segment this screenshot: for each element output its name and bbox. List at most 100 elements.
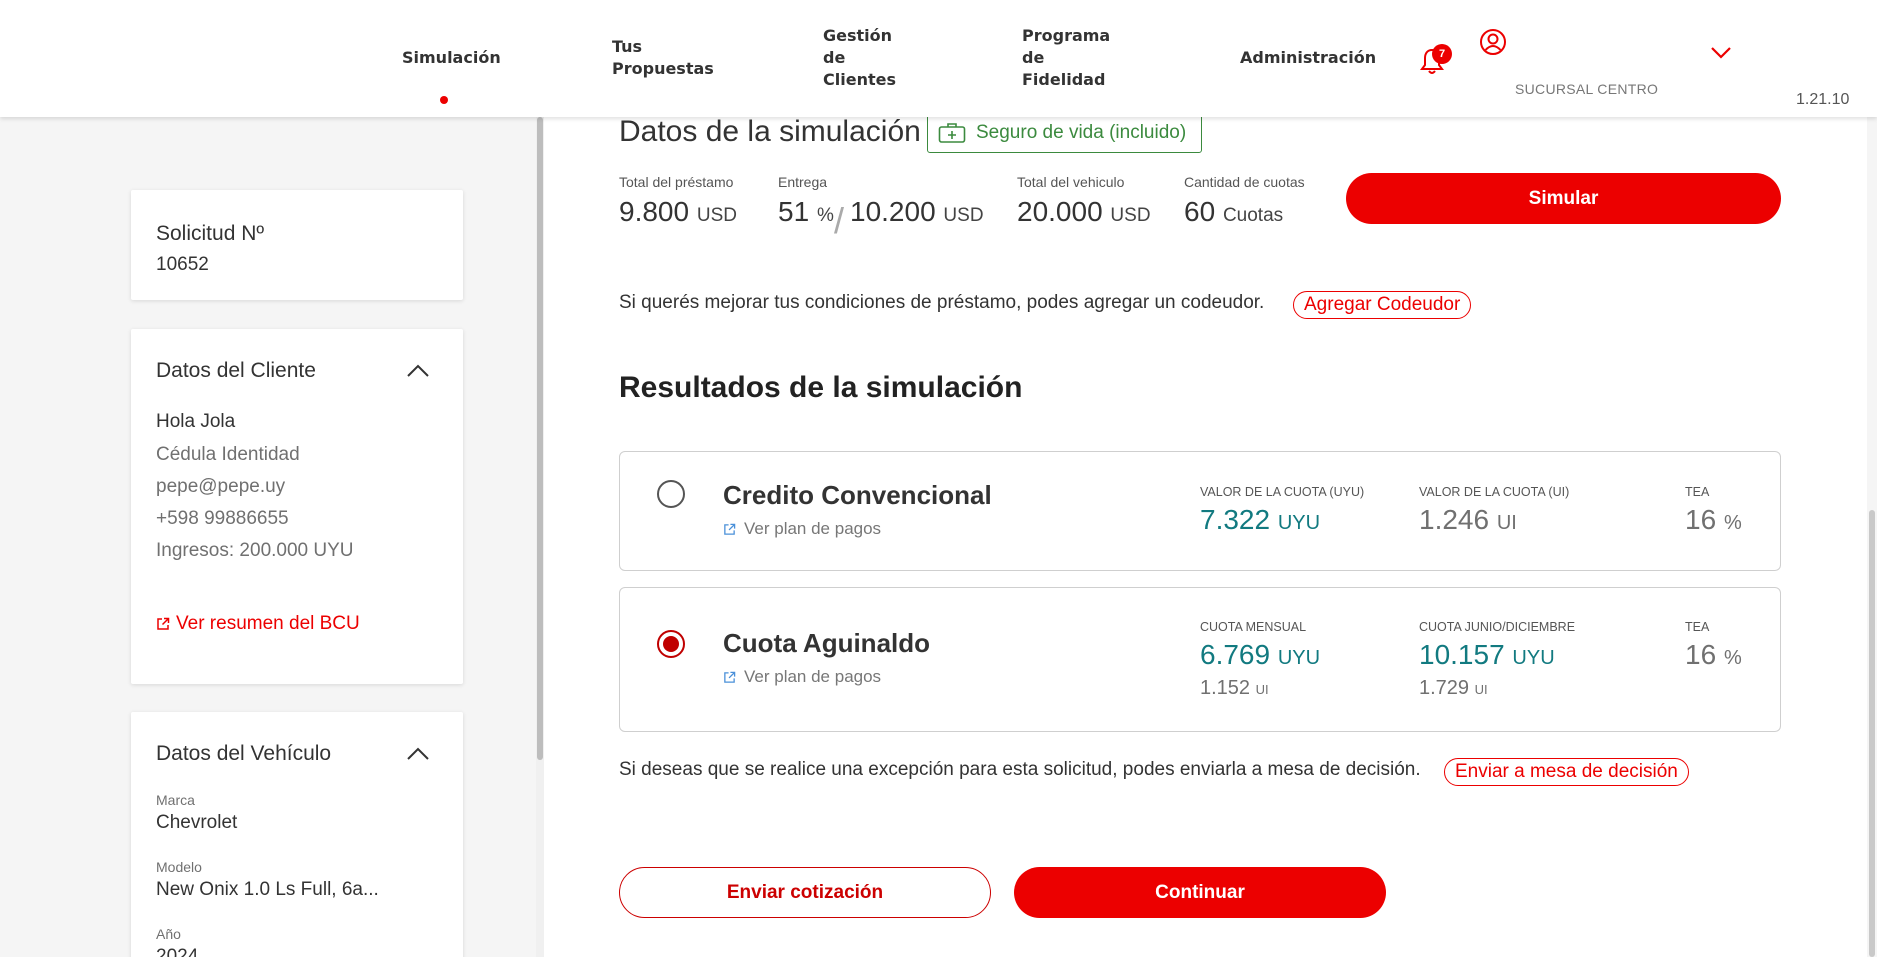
cantidad-cuotas-amount: 60 [1184, 196, 1216, 227]
nav-label-line: Programa [1022, 26, 1111, 45]
nav-label-line: Fidelidad [1022, 70, 1106, 89]
solicitud-card: Solicitud Nº 10652 [131, 190, 463, 300]
nav-simulacion-label: Simulación [402, 48, 501, 67]
nav-administracion[interactable]: Administración [1240, 47, 1376, 69]
col-label: TEA [1685, 620, 1710, 634]
ver-resumen-bcu-link[interactable]: Ver resumen del BCU [156, 613, 360, 635]
cuota-junio-diciembre-ui-amount: 1.729 [1419, 677, 1470, 699]
radio-credito-convencional[interactable] [657, 480, 685, 508]
col-label: VALOR DE LA CUOTA (UI) [1419, 485, 1570, 499]
cuota-mensual-unit: UYU [1277, 647, 1321, 669]
tea-value: 16 % [1685, 504, 1742, 536]
enviar-cotizacion-button[interactable]: Enviar cotización [619, 867, 991, 918]
vehiculo-card-title: Datos del Vehículo [156, 742, 332, 765]
sidebar-scrollbar-thumb[interactable] [537, 117, 543, 760]
simular-button[interactable]: Simular [1346, 173, 1781, 224]
entrega-label: Entrega [778, 174, 828, 190]
col-label: TEA [1685, 485, 1710, 499]
agregar-codeudor-link[interactable]: Agregar Codeudor [1293, 291, 1472, 319]
main-scrollbar-thumb[interactable] [1869, 510, 1875, 957]
branch-label: SUCURSAL CENTRO [1515, 81, 1659, 97]
col-label: VALOR DE LA CUOTA (UYU) [1200, 485, 1365, 499]
nav-label-line: Propuestas [612, 59, 714, 78]
option-cuota-aguinaldo[interactable]: Cuota Aguinaldo Ver plan de pagos CUOTA … [619, 587, 1781, 732]
chevron-up-icon[interactable] [406, 747, 430, 761]
modelo-label: Modelo [156, 859, 202, 875]
cliente-email: pepe@pepe.uy [156, 476, 286, 497]
external-link-icon [724, 523, 736, 535]
cliente-income: Ingresos: 200.000 UYU [156, 540, 354, 561]
tea-amount: 16 [1685, 639, 1717, 670]
continuar-button[interactable]: Continuar [1014, 867, 1386, 918]
entrega-unit: USD [943, 205, 984, 226]
chevron-down-icon[interactable] [1710, 46, 1732, 60]
app-version: 1.21.10 [1796, 91, 1850, 108]
ver-plan-pagos-link[interactable]: Ver plan de pagos [723, 667, 881, 687]
notification-count-badge: 7 [1432, 44, 1452, 64]
chevron-up-icon[interactable] [406, 364, 430, 378]
tea-amount: 16 [1685, 504, 1717, 535]
ver-plan-pagos-link[interactable]: Ver plan de pagos [723, 519, 881, 539]
cuota-mensual-ui-unit: UI [1255, 682, 1269, 697]
nav-administracion-label: Administración [1240, 48, 1377, 67]
total-prestamo-amount: 9.800 [619, 196, 690, 227]
ver-resumen-bcu-label: Ver resumen del BCU [176, 613, 360, 634]
entrega-value[interactable]: 10.200 USD [850, 196, 984, 228]
cuota-junio-diciembre-unit: UYU [1512, 647, 1555, 669]
enviar-mesa-decision-link[interactable]: Enviar a mesa de decisión [1444, 758, 1689, 786]
seguro-vida-badge: Seguro de vida (incluido) [927, 113, 1202, 153]
external-link-icon [157, 617, 170, 630]
solicitud-number: 10652 [156, 254, 209, 275]
total-vehiculo-unit: USD [1110, 205, 1151, 226]
total-vehiculo-value: 20.000 USD [1017, 196, 1151, 228]
modelo-value: New Onix 1.0 Ls Full, 6a... [156, 879, 379, 900]
option-title: Credito Convencional [723, 480, 992, 510]
active-nav-indicator [440, 96, 448, 104]
cuota-junio-diciembre-ui: 1.729 UI [1419, 677, 1488, 700]
entrega-percent[interactable]: 51 % [778, 196, 834, 228]
cuota-mensual-amount: 6.769 [1200, 639, 1271, 670]
radio-cuota-aguinaldo[interactable] [657, 630, 685, 658]
nav-simulacion[interactable]: Simulación [402, 47, 501, 69]
entrega-amount: 10.200 [850, 196, 936, 227]
briefcase-plus-icon [938, 123, 966, 143]
tea-unit: % [1723, 512, 1742, 534]
simulacion-title: Datos de la simulación [619, 115, 921, 148]
entrega-percent-unit: % [816, 205, 834, 226]
cuota-uyu-amount: 7.322 [1200, 504, 1271, 535]
cuota-ui-amount: 1.246 [1419, 504, 1490, 535]
col-label: CUOTA MENSUAL [1200, 620, 1307, 634]
cuota-uyu-value: 7.322 UYU [1200, 504, 1320, 536]
cuota-ui-unit: UI [1496, 512, 1517, 534]
option-credito-convencional[interactable]: Credito Convencional Ver plan de pagos V… [619, 451, 1781, 571]
ver-plan-pagos-label: Ver plan de pagos [744, 667, 882, 686]
nav-label-line: Tus [612, 37, 643, 56]
total-prestamo-value: 9.800 USD [619, 196, 737, 228]
marca-label: Marca [156, 792, 195, 808]
cuota-mensual-ui-amount: 1.152 [1200, 677, 1251, 699]
cantidad-cuotas-label: Cantidad de cuotas [1184, 174, 1305, 190]
cliente-name: Hola Jola [156, 411, 236, 432]
nav-label-line: Clientes [823, 70, 896, 89]
tea-value: 16 % [1685, 639, 1742, 671]
seguro-vida-label: Seguro de vida (incluido) [976, 122, 1187, 143]
cuota-junio-diciembre-amount: 10.157 [1419, 639, 1505, 670]
cliente-card-title: Datos del Cliente [156, 359, 316, 382]
nav-gestion-clientes[interactable]: Gestión de Clientes [823, 25, 896, 91]
excepcion-text: Si deseas que se realice una excepción p… [619, 759, 1421, 780]
cantidad-cuotas-unit: Cuotas [1222, 205, 1284, 226]
nav-label-line: Gestión [823, 26, 893, 45]
cliente-card: Datos del Cliente Hola Jola Cédula Ident… [131, 329, 463, 684]
entrega-separator: / [834, 200, 845, 241]
total-vehiculo-label: Total del vehiculo [1017, 174, 1125, 190]
cuota-mensual-value: 6.769 UYU [1200, 639, 1320, 671]
anio-label: Año [156, 926, 181, 942]
cuota-junio-diciembre-ui-unit: UI [1474, 682, 1488, 697]
nav-tus-propuestas[interactable]: Tus Propuestas [612, 36, 714, 80]
cuota-mensual-ui: 1.152 UI [1200, 677, 1269, 700]
solicitud-title: Solicitud Nº [156, 222, 265, 245]
cantidad-cuotas-value[interactable]: 60 Cuotas [1184, 196, 1283, 228]
user-profile-icon[interactable] [1479, 28, 1507, 56]
nav-programa-fidelidad[interactable]: Programa de Fidelidad [1022, 25, 1110, 91]
tea-unit: % [1723, 647, 1742, 669]
